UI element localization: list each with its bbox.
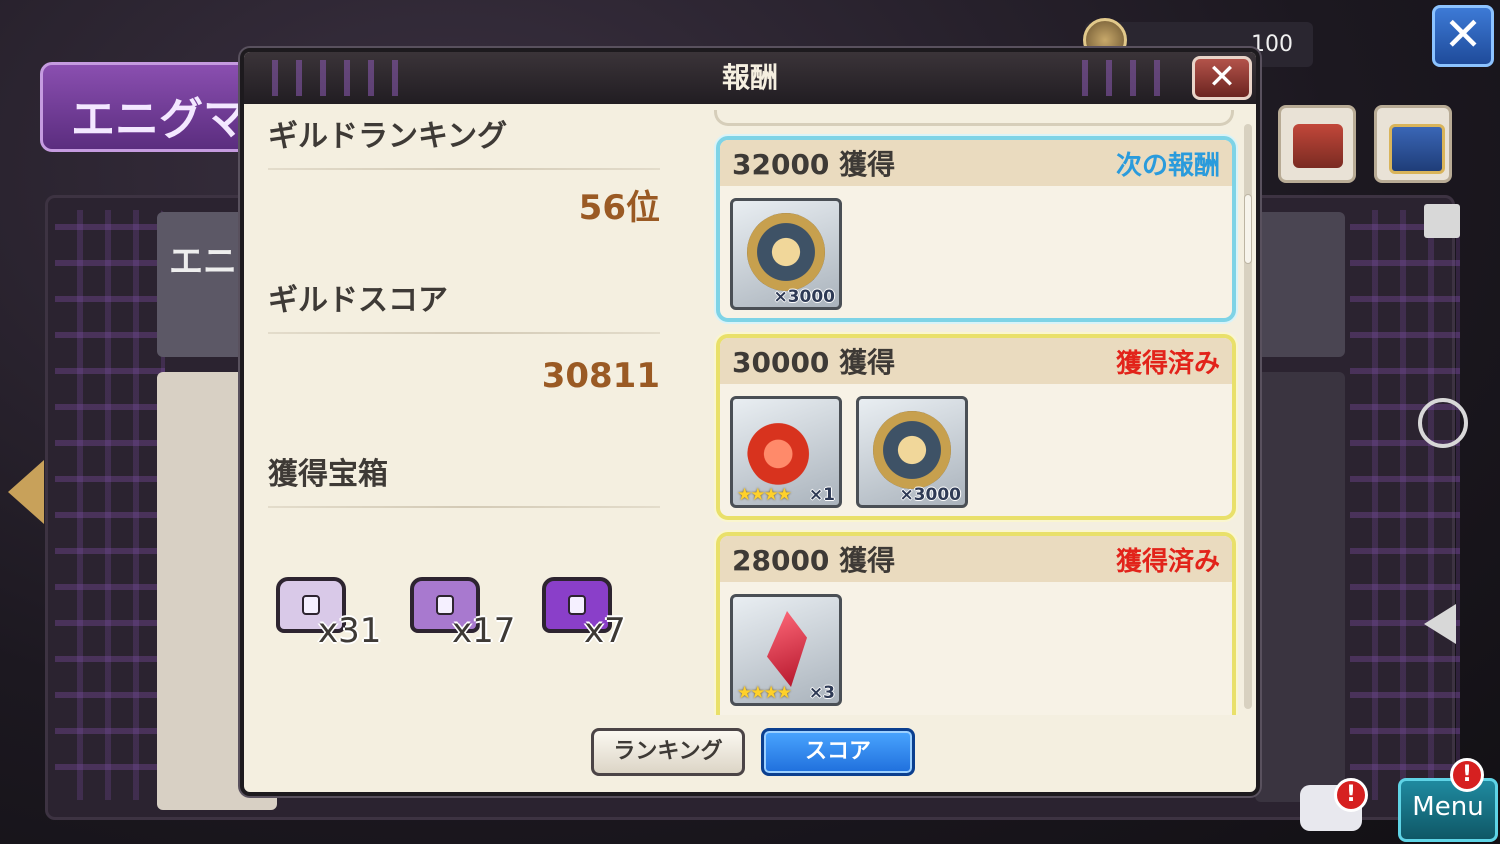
guild-score-value: 30811 (541, 356, 660, 396)
item-quantity: ×3000 (899, 485, 961, 505)
reward-status: 次の報酬 (1115, 150, 1220, 181)
chat-alert-icon: ! (1334, 778, 1368, 812)
chest-count: x17 (452, 611, 516, 651)
guild-score-label: ギルドスコア (268, 283, 448, 318)
reward-header: 32000 獲得 次の報酬 (720, 140, 1232, 186)
reward-threshold: 32000 獲得 (732, 148, 896, 181)
reward-threshold: 30000 獲得 (732, 346, 896, 379)
divider (268, 168, 660, 170)
event-title-ribbon: エニグマ (40, 62, 270, 152)
item-quantity: ×3 (808, 683, 835, 703)
guild-ranking-value: 56位 (578, 188, 660, 228)
rarity-stars: ★★★★ (737, 485, 792, 505)
menu-alert-icon: ! (1450, 758, 1484, 792)
reward-header: 28000 獲得 獲得済み (720, 536, 1232, 582)
dialog-header: 報酬 (244, 52, 1256, 104)
header-rune-decoration (254, 60, 414, 96)
reward-items: ★★★★ ×3 (720, 582, 1232, 715)
reward-status: 獲得済み (1115, 348, 1220, 379)
shop-icon[interactable] (1278, 105, 1356, 183)
obtained-chests-label: 獲得宝箱 (268, 457, 388, 492)
reward-card: 32000 獲得 次の報酬 ×3000 (716, 136, 1236, 322)
divider (268, 332, 660, 334)
reward-items: ×3000 (720, 186, 1232, 322)
chest-count: x7 (584, 611, 626, 651)
dialog-title: 報酬 (721, 61, 778, 94)
guild-ranking-label: ギルドランキング (268, 119, 508, 154)
crystal-icon (767, 611, 807, 687)
reward-item[interactable]: ★★★★ ×1 (730, 396, 842, 508)
rarity-stars: ★★★★ (737, 683, 792, 703)
menu-button[interactable]: Menu (1398, 778, 1498, 842)
reward-threshold: 28000 獲得 (732, 544, 896, 577)
treasure-chest-icon[interactable] (1374, 105, 1452, 183)
potion-icon (747, 411, 825, 489)
prev-page-arrow-icon[interactable] (8, 460, 44, 524)
reward-card: 30000 獲得 獲得済み ★★★★ ×1 ×3000 (716, 334, 1236, 520)
screen-close-button[interactable]: ✕ (1432, 5, 1494, 67)
score-tab-button[interactable]: スコア (761, 728, 915, 776)
header-rune-decoration (1064, 60, 1174, 96)
rune-decoration-left (55, 210, 165, 800)
medal-icon (747, 213, 825, 291)
recent-apps-icon[interactable] (1424, 204, 1460, 238)
item-quantity: ×3000 (773, 287, 835, 307)
rune-decoration-right (1350, 210, 1460, 800)
reward-card: 28000 獲得 獲得済み ★★★★ ×3 (716, 532, 1236, 715)
reward-header: 30000 獲得 獲得済み (720, 338, 1232, 384)
reward-item[interactable]: ×3000 (856, 396, 968, 508)
reward-list-scrollbar[interactable] (1244, 124, 1252, 709)
reward-item[interactable]: ★★★★ ×3 (730, 594, 842, 706)
back-icon[interactable] (1424, 604, 1456, 644)
right-content-panel (1255, 372, 1345, 802)
divider (268, 506, 660, 508)
right-info-card (1255, 212, 1345, 357)
chest-count: x31 (318, 611, 382, 651)
chest-item: x17 (406, 567, 515, 651)
reward-list[interactable]: 32000 獲得 次の報酬 ×3000 30000 獲得 獲得済み ★★★★ ×… (714, 110, 1242, 715)
scrollbar-thumb[interactable] (1244, 194, 1252, 264)
list-top-edge (714, 110, 1234, 126)
chest-item: x7 (538, 567, 626, 651)
reward-dialog: 報酬 ✕ ギルドランキング 56位 ギルドスコア 30811 獲得宝箱 x31 … (240, 48, 1260, 796)
reward-items: ★★★★ ×1 ×3000 (720, 384, 1232, 520)
guild-summary: ギルドランキング 56位 ギルドスコア 30811 獲得宝箱 (268, 112, 660, 508)
medal-icon (873, 411, 951, 489)
chest-item: x31 (272, 567, 381, 651)
ranking-tab-button[interactable]: ランキング (591, 728, 745, 776)
reward-item[interactable]: ×3000 (730, 198, 842, 310)
item-quantity: ×1 (808, 485, 835, 505)
dialog-close-button[interactable]: ✕ (1192, 56, 1252, 100)
chest-list: x31 x17 x7 (272, 567, 652, 667)
reward-status: 獲得済み (1115, 546, 1220, 577)
home-icon[interactable] (1418, 398, 1468, 448)
